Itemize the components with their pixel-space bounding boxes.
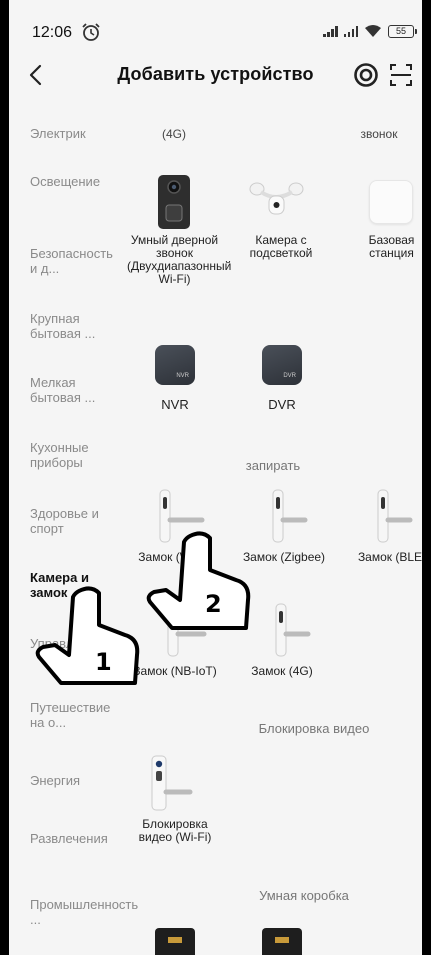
section-title-smart-box: Умная коробка bbox=[259, 888, 349, 903]
app-header: Добавить устройство bbox=[9, 58, 422, 98]
clock: 12:06 bbox=[32, 24, 73, 41]
hand-number-2: 2 bbox=[205, 590, 222, 618]
device-label-lock-ble[interactable]: Замок (BLE) bbox=[352, 551, 422, 564]
category-sidebar: Электрик Освещение Безопасность и д... К… bbox=[9, 110, 138, 955]
video-lock-icon[interactable] bbox=[148, 754, 198, 812]
dvr-icon[interactable]: DVR bbox=[262, 345, 302, 385]
door-lock-icon[interactable] bbox=[272, 602, 322, 658]
base-station-icon[interactable] bbox=[369, 180, 413, 224]
sidebar-item-kitchen[interactable]: Кухонные приборы bbox=[30, 440, 120, 470]
sidebar-item-small-appliances[interactable]: Мелкая бытовая ... bbox=[30, 375, 120, 405]
device-label-base-station[interactable]: Базовая станция bbox=[349, 234, 422, 260]
status-bar: 12:06 55 bbox=[9, 0, 422, 58]
device-label-lock-4g[interactable]: Замок (4G) bbox=[237, 665, 327, 678]
sidebar-item-electric[interactable]: Электрик bbox=[30, 126, 120, 141]
sidebar-item-lighting[interactable]: Освещение bbox=[30, 174, 120, 189]
floodlight-camera-icon[interactable] bbox=[249, 180, 304, 220]
door-lock-icon[interactable] bbox=[374, 488, 422, 544]
door-lock-icon[interactable] bbox=[269, 488, 319, 544]
sidebar-item-industry[interactable]: Промышленность ... bbox=[30, 897, 138, 927]
device-label-partial: звонок bbox=[360, 127, 398, 141]
screen: 12:06 55 Добавить устройство Электрик Ос… bbox=[9, 0, 422, 955]
battery-indicator: 55 bbox=[388, 24, 417, 38]
dvr-badge: DVR bbox=[283, 373, 296, 379]
sidebar-item-entertainment[interactable]: Развлечения bbox=[30, 831, 120, 846]
alarm-clock-icon bbox=[82, 23, 100, 41]
target-icon[interactable] bbox=[353, 62, 379, 88]
device-label-nvr[interactable]: NVR bbox=[130, 398, 220, 411]
sidebar-item-energy[interactable]: Энергия bbox=[30, 773, 120, 788]
hand-number-1: 1 bbox=[95, 648, 112, 676]
device-label-floodlight[interactable]: Камера с подсветкой bbox=[236, 234, 326, 260]
smart-box-icon[interactable] bbox=[262, 928, 302, 955]
scan-icon[interactable] bbox=[388, 62, 414, 88]
sidebar-item-travel[interactable]: Путешествие на о... bbox=[30, 700, 120, 730]
pointing-hand-icon bbox=[35, 586, 140, 685]
sidebar-item-security[interactable]: Безопасность и д... bbox=[30, 246, 120, 276]
pointing-hand-icon bbox=[146, 531, 251, 630]
device-label-video-lock[interactable]: Блокировка видео (Wi-Fi) bbox=[130, 818, 220, 844]
doorbell-icon[interactable] bbox=[154, 173, 194, 231]
wifi-icon bbox=[365, 25, 381, 37]
nvr-badge: NVR bbox=[176, 373, 189, 379]
sidebar-item-large-appliances[interactable]: Крупная бытовая ... bbox=[30, 311, 120, 341]
smart-box-icon[interactable] bbox=[155, 928, 195, 955]
device-label-doorbell[interactable]: Умный дверной звонок (Двухдиапазонный Wi… bbox=[127, 234, 231, 286]
status-icons: 55 bbox=[323, 24, 417, 38]
section-title-video-lock: Блокировка видео bbox=[258, 721, 370, 736]
signal-icon bbox=[343, 25, 358, 37]
section-title-lock: запирать bbox=[245, 458, 301, 473]
device-label-dvr[interactable]: DVR bbox=[237, 398, 327, 411]
device-label-partial: (4G) bbox=[162, 127, 186, 141]
sidebar-item-health-sport[interactable]: Здоровье и спорт bbox=[30, 506, 120, 536]
nvr-icon[interactable]: NVR bbox=[155, 345, 195, 385]
signal-icon bbox=[323, 25, 338, 37]
